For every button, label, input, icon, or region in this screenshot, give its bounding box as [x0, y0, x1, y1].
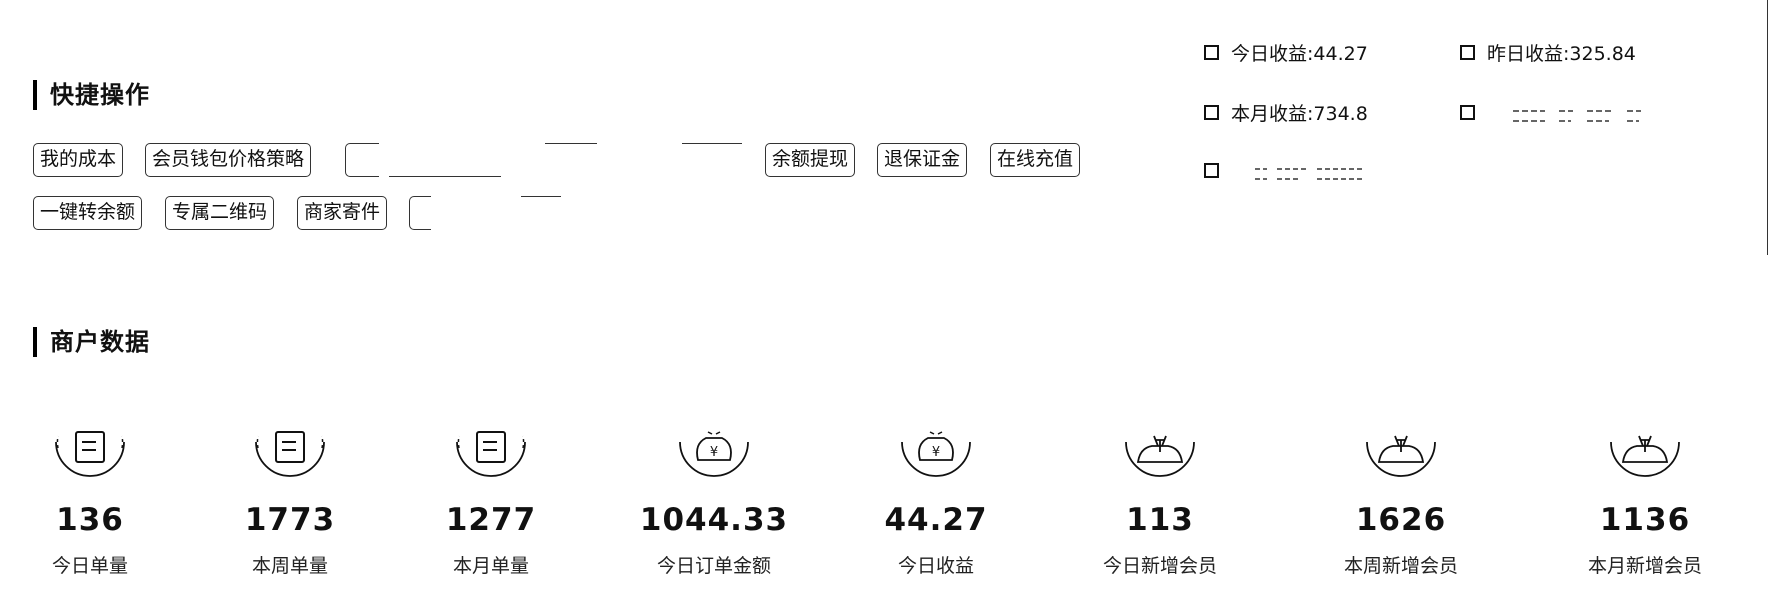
masked-region-line [682, 143, 742, 144]
member-wallet-price-strategy-button[interactable]: 会员钱包价格策略 [145, 143, 312, 177]
metric-card: 1626 本周新增会员 [1291, 420, 1511, 579]
square-bullet-icon [1204, 105, 1219, 120]
masked-region-line [521, 196, 561, 197]
metric-card: 1277 本月单量 [381, 420, 601, 579]
order-icon [55, 431, 125, 477]
metric-value: 1626 [1355, 502, 1447, 538]
metric-card: 136 今日单量 [0, 420, 200, 579]
masked-earnings [1204, 158, 1397, 186]
today-earnings: 今日收益:44.27 [1204, 40, 1368, 68]
masked-region-line [545, 143, 597, 144]
svg-text:¥: ¥ [932, 445, 940, 460]
member-icon [1366, 435, 1436, 477]
svg-text:¥: ¥ [710, 445, 718, 460]
metric-value: 113 [1126, 502, 1194, 538]
exclusive-qr-code-button[interactable]: 专属二维码 [165, 196, 275, 230]
square-bullet-icon [1204, 45, 1219, 60]
yen-bag-icon: ¥ [901, 431, 971, 477]
metric-label: 本月单量 [452, 555, 529, 577]
metric-card: ¥1044.33 今日订单金额 [604, 420, 824, 579]
refund-deposit-button[interactable]: 退保证金 [877, 143, 968, 177]
metric-label: 本月新增会员 [1587, 555, 1702, 577]
my-cost-button[interactable]: 我的成本 [33, 143, 124, 177]
metric-label: 本周单量 [251, 555, 328, 577]
member-icon [1125, 435, 1195, 477]
merchant-data-title: 商户数据 [33, 327, 150, 357]
yen-bag-icon: ¥ [679, 431, 749, 477]
member-icon [1610, 435, 1680, 477]
masked-region-line [389, 176, 501, 177]
square-bullet-icon [1460, 105, 1475, 120]
metric-value: 1136 [1599, 502, 1691, 538]
metric-value: 1044.33 [639, 502, 789, 538]
scrollbar[interactable] [1767, 0, 1771, 255]
metric-card: ¥44.27 今日收益 [826, 420, 1046, 579]
merchant-shipping-button[interactable]: 商家寄件 [297, 196, 388, 230]
month-earnings: 本月收益:734.8 [1204, 100, 1368, 128]
redacted-text [1255, 167, 1364, 180]
square-bullet-icon [1204, 163, 1219, 178]
merchant-metrics: 136 今日单量 1773 本周单量 1277 本月单量 ¥1044.33 今日订单金额 ¥44… [0, 420, 1771, 600]
earnings-summary: 今日收益:44.27 昨日收益:325.84 本月收益:734.8 [1204, 40, 1674, 190]
redacted-text [1513, 109, 1642, 122]
metric-card: 113 今日新增会员 [1050, 420, 1270, 579]
metric-label: 本周新增会员 [1343, 555, 1458, 577]
metric-card: 1136 本月新增会员 [1535, 420, 1755, 579]
square-bullet-icon [1460, 45, 1475, 60]
masked-earnings [1460, 100, 1653, 128]
yesterday-earnings: 昨日收益:325.84 [1460, 40, 1636, 68]
one-click-to-balance-button[interactable]: 一键转余额 [33, 196, 143, 230]
order-icon [255, 431, 325, 477]
balance-withdraw-button[interactable]: 余额提现 [765, 143, 856, 177]
masked-button[interactable] [409, 196, 431, 230]
metric-label: 今日收益 [897, 555, 974, 577]
metric-value: 44.27 [884, 502, 988, 538]
metric-card: 1773 本周单量 [180, 420, 400, 579]
masked-button[interactable] [345, 143, 379, 177]
metric-label: 今日单量 [51, 555, 128, 577]
metric-label: 今日订单金额 [656, 555, 771, 577]
quick-ops-title: 快捷操作 [33, 80, 150, 110]
metric-value: 1277 [445, 502, 537, 538]
metric-label: 今日新增会员 [1102, 555, 1217, 577]
metric-value: 1773 [244, 502, 336, 538]
order-icon [456, 431, 526, 477]
online-recharge-button[interactable]: 在线充值 [990, 143, 1081, 177]
metric-value: 136 [56, 502, 124, 538]
